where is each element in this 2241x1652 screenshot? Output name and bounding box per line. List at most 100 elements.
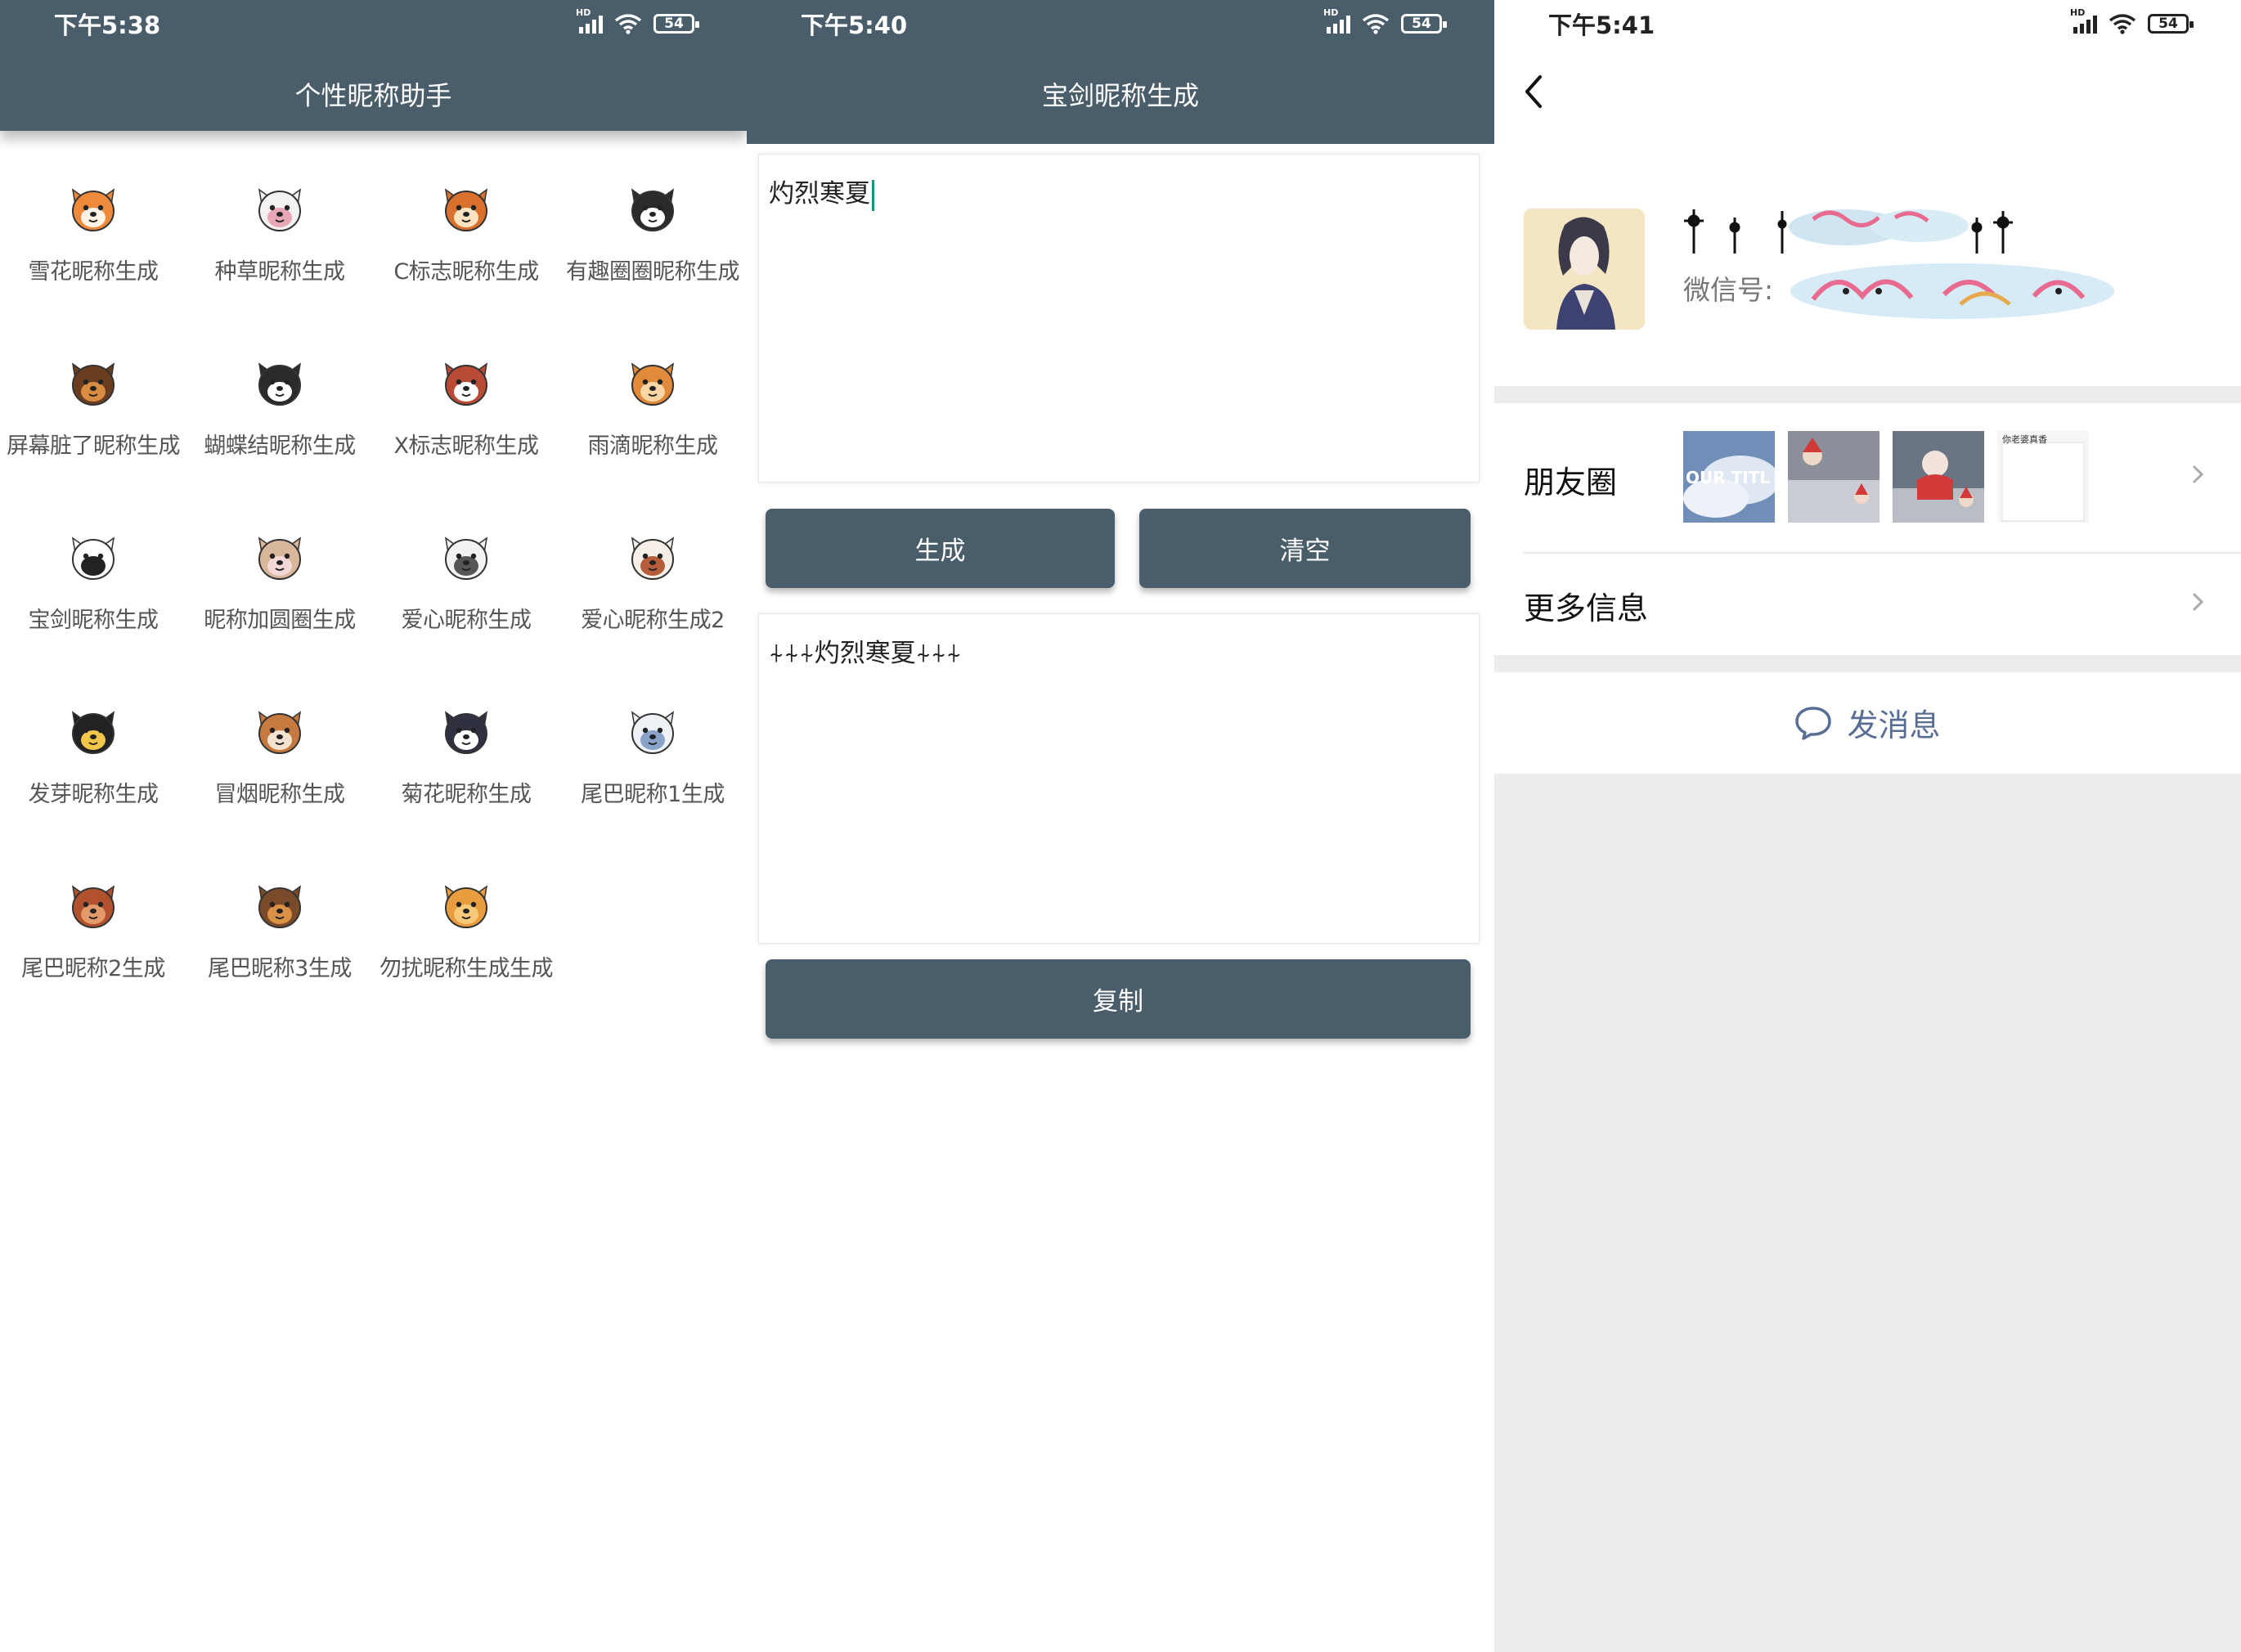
- status-time: 下午5:38: [54, 11, 161, 39]
- back-arrow-icon[interactable]: [1522, 74, 1545, 110]
- svg-text:OUR TITL: OUR TITL: [1686, 468, 1770, 487]
- generator-item-label: 爱心昵称生成2: [581, 608, 725, 633]
- generator-item[interactable]: 爱心昵称生成: [373, 520, 559, 667]
- yorkie-icon: [258, 885, 302, 928]
- moments-thumbnail[interactable]: 你老婆真香: [1997, 431, 2089, 523]
- generator-item-label: 雪花昵称生成: [28, 259, 159, 285]
- status-time: 下午5:40: [801, 11, 908, 39]
- battery-icon: 54: [2148, 14, 2194, 34]
- status-bar: 下午5:40 HD 54: [747, 0, 1494, 47]
- wifi-icon: [1362, 14, 1390, 34]
- german-shepherd-icon: [71, 362, 115, 406]
- mastiff-icon: [71, 885, 115, 928]
- generator-item[interactable]: 屏幕脏了昵称生成: [0, 346, 186, 493]
- generator-item[interactable]: 菊花昵称生成: [373, 694, 559, 842]
- profile-header: 下午5:41 HD 54 微信号:: [1494, 0, 2241, 386]
- send-message-label: 发消息: [1847, 707, 1941, 743]
- black-cat-icon: [71, 711, 115, 754]
- sword-nickname-screen: 宝剑昵称生成 下午5:40 HD 54 灼烈寒夏 生成 清空 ⍭⍭⍭灼烈寒夏⍭⍭…: [747, 0, 1494, 1652]
- generator-item[interactable]: 爱心昵称生成2: [559, 520, 746, 667]
- calico-cat-icon: [631, 536, 675, 580]
- generator-item-label: 爱心昵称生成: [401, 608, 532, 633]
- generator-item[interactable]: 蝴蝶结昵称生成: [186, 346, 373, 493]
- moments-thumbnail[interactable]: [1893, 431, 1984, 523]
- signal-icon: HD: [1323, 7, 1350, 34]
- generator-item[interactable]: 发芽昵称生成: [0, 694, 186, 842]
- chevron-right-icon: [2192, 592, 2204, 612]
- avatar[interactable]: [1524, 209, 1645, 330]
- golden-retriever-icon: [444, 885, 488, 928]
- generator-item-label: 雨滴昵称生成: [587, 433, 719, 459]
- generator-item[interactable]: 尾巴昵称2生成: [0, 869, 186, 1016]
- generator-item-label: 种草昵称生成: [214, 259, 346, 285]
- generate-button[interactable]: 生成: [766, 509, 1115, 588]
- generator-item[interactable]: X标志昵称生成: [373, 346, 559, 493]
- basset-hound-icon: [258, 711, 302, 754]
- svg-text:你老婆真香: 你老婆真香: [2002, 433, 2047, 445]
- tuxedo-cat-icon: [631, 188, 675, 231]
- status-bar: 下午5:38 HD 54: [0, 0, 747, 47]
- generator-item-label: 有趣圈圈昵称生成: [566, 259, 740, 285]
- moments-thumbnail[interactable]: [1788, 431, 1879, 523]
- panda-icon: [71, 536, 115, 580]
- generator-item-label: 勿扰昵称生成生成: [379, 956, 554, 981]
- chat-bubble-icon: [1795, 706, 1832, 740]
- generator-item-label: 发芽昵称生成: [28, 782, 159, 807]
- generator-item[interactable]: 冒烟昵称生成: [186, 694, 373, 842]
- status-time: 下午5:41: [1548, 11, 1655, 39]
- status-bar: 下午5:41 HD 54: [1494, 0, 2241, 47]
- wechat-profile-screen: 下午5:41 HD 54 微信号: 朋友圈 更多信息 OUR TITL 你老婆真…: [1494, 0, 2241, 1652]
- generator-item-label: 冒烟昵称生成: [214, 782, 346, 807]
- generator-item-label: 蝴蝶结昵称生成: [204, 433, 356, 459]
- page-title: 个性昵称助手: [294, 80, 452, 111]
- more-info-label: 更多信息: [1524, 590, 1649, 626]
- clear-button[interactable]: 清空: [1139, 509, 1471, 588]
- generator-item[interactable]: 种草昵称生成: [186, 172, 373, 319]
- generator-item-label: 屏幕脏了昵称生成: [7, 433, 181, 459]
- generator-item[interactable]: 勿扰昵称生成生成: [373, 869, 559, 1016]
- white-dog-icon: [444, 536, 488, 580]
- generator-item[interactable]: 雪花昵称生成: [0, 172, 186, 319]
- generator-item-label: X标志昵称生成: [393, 433, 540, 459]
- generator-item[interactable]: 有趣圈圈昵称生成: [559, 172, 746, 319]
- generator-item-label: 尾巴昵称2生成: [21, 956, 165, 981]
- generator-item-label: C标志昵称生成: [393, 259, 539, 285]
- copy-button[interactable]: 复制: [766, 959, 1471, 1039]
- nickname-graphic: [1684, 209, 2013, 254]
- nickname-input[interactable]: 灼烈寒夏: [758, 154, 1480, 483]
- generator-item-label: 尾巴昵称1生成: [581, 782, 725, 807]
- shiba-icon: [71, 188, 115, 231]
- poodle-icon: [631, 711, 675, 754]
- moments-label: 朋友圈: [1524, 465, 1618, 501]
- wifi-icon: [2109, 14, 2136, 34]
- text-caret: [872, 179, 874, 211]
- chevron-right-icon: [2192, 465, 2204, 484]
- wechat-id-graphic: [1790, 263, 2114, 319]
- generator-item[interactable]: 宝剑昵称生成: [0, 520, 186, 667]
- moments-thumbnail[interactable]: OUR TITL: [1683, 431, 1775, 523]
- battery-icon: 54: [1401, 14, 1447, 34]
- page-title: 宝剑昵称生成: [1041, 80, 1199, 111]
- generator-item[interactable]: 昵称加圆圈生成: [186, 520, 373, 667]
- screenshot-collage: 个性昵称助手 下午5:38 HD 54 雪花昵称生成 种草昵称生成 C标志昵称生成 有…: [0, 0, 2241, 1652]
- avatar-image: [1524, 209, 1645, 330]
- rabbit-icon: [258, 536, 302, 580]
- bear-icon: [631, 362, 675, 406]
- spaniel-icon: [444, 362, 488, 406]
- nickname-helper-screen: 个性昵称助手 下午5:38 HD 54 雪花昵称生成 种草昵称生成 C标志昵称生成 有…: [0, 0, 747, 1652]
- chipmunk-icon: [444, 188, 488, 231]
- generator-item-label: 宝剑昵称生成: [28, 608, 159, 633]
- wifi-icon: [614, 14, 642, 34]
- signal-icon: HD: [576, 7, 603, 34]
- generator-item[interactable]: C标志昵称生成: [373, 172, 559, 319]
- husky-icon: [258, 362, 302, 406]
- generator-item[interactable]: 尾巴昵称3生成: [186, 869, 373, 1016]
- send-message-row[interactable]: 发消息: [1494, 672, 2241, 774]
- generator-item[interactable]: 雨滴昵称生成: [559, 346, 746, 493]
- more-info-row[interactable]: 更多信息: [1494, 554, 2241, 655]
- samoyed-icon: [258, 188, 302, 231]
- generator-item[interactable]: 尾巴昵称1生成: [559, 694, 746, 842]
- generator-item-label: 尾巴昵称3生成: [208, 956, 352, 981]
- nickname-output[interactable]: ⍭⍭⍭灼烈寒夏⍭⍭⍭: [758, 613, 1480, 944]
- shih-tzu-icon: [444, 711, 488, 754]
